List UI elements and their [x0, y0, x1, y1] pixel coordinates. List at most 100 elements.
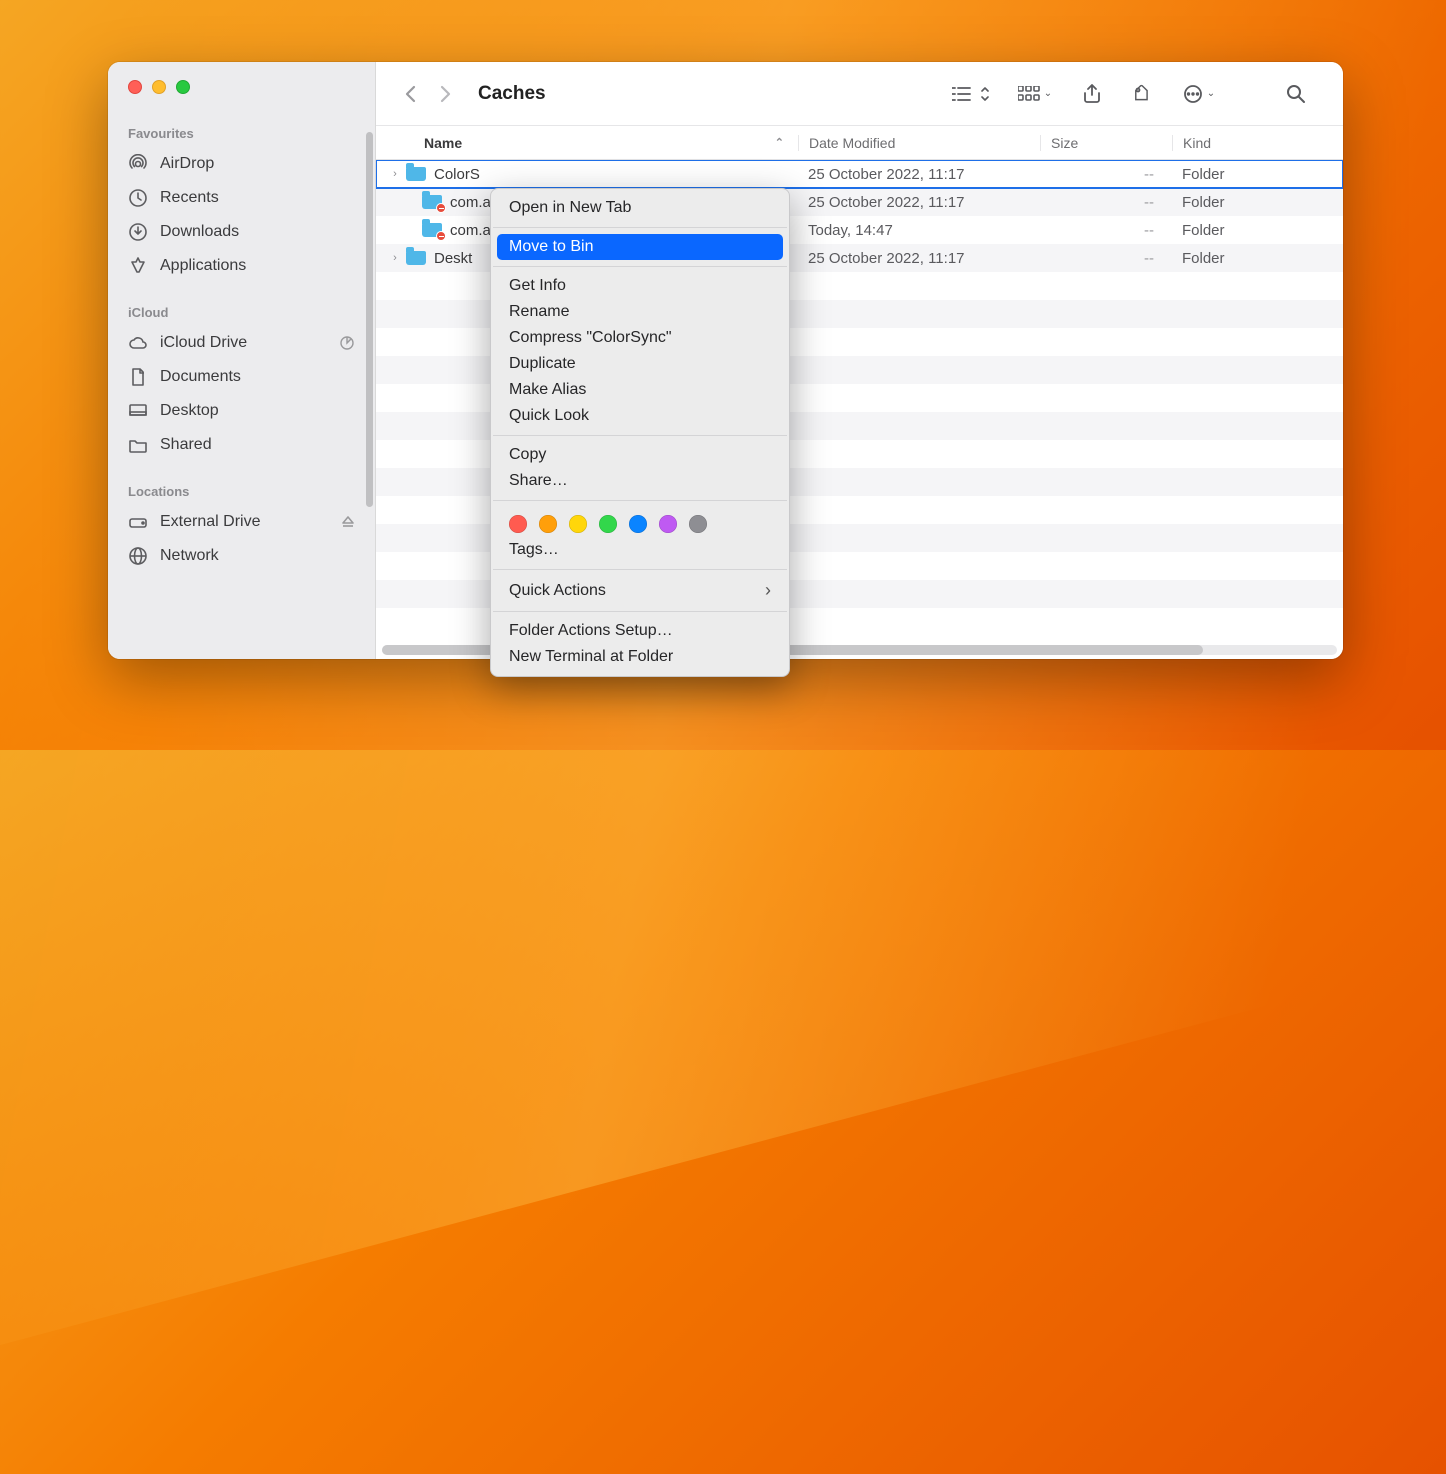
tag-color-dot[interactable] [599, 515, 617, 533]
cell-size: -- [1040, 166, 1172, 183]
cell-date: 25 October 2022, 11:17 [798, 166, 1040, 183]
context-menu-item[interactable]: Quick Look [491, 403, 789, 429]
disclosure-triangle-icon[interactable]: › [388, 252, 402, 264]
forward-button[interactable] [432, 80, 460, 108]
tag-color-dot[interactable] [509, 515, 527, 533]
sidebar-item-desktop[interactable]: Desktop [108, 394, 375, 428]
sharedfolder-icon [128, 435, 148, 455]
sidebar-section: iCloud iCloud Drive Documents Desktop Shared [108, 295, 375, 474]
tag-color-dot[interactable] [539, 515, 557, 533]
context-menu-separator [493, 435, 787, 436]
sidebar-item-icloud-drive[interactable]: iCloud Drive [108, 326, 375, 360]
cell-kind: Folder [1172, 194, 1343, 211]
window-controls [108, 80, 375, 116]
context-menu-label: Get Info [509, 277, 566, 295]
context-menu-item[interactable]: Copy [491, 442, 789, 468]
document-icon [128, 367, 148, 387]
context-menu-separator [493, 611, 787, 612]
cell-name: › ColorS [388, 165, 798, 183]
column-name[interactable]: Name⌃ [424, 135, 798, 151]
context-menu-item[interactable]: Move to Bin [497, 234, 783, 260]
zoom-button[interactable] [176, 80, 190, 94]
context-menu-item[interactable]: Get Info [491, 273, 789, 299]
context-menu-item[interactable]: New Terminal at Folder [491, 644, 789, 670]
context-menu-separator [493, 569, 787, 570]
chevron-down-icon: ⌄ [1044, 88, 1052, 99]
context-menu-item[interactable]: Open in New Tab [491, 195, 789, 221]
context-menu: Open in New Tab Move to Bin Get Info Rename… [490, 188, 790, 677]
file-row[interactable]: ›ColorS25 October 2022, 11:17--Folder [376, 160, 1343, 188]
context-menu-label: Rename [509, 303, 569, 321]
view-mode-button[interactable] [943, 79, 999, 109]
file-name: com.a [450, 222, 491, 239]
context-menu-label: Move to Bin [509, 238, 593, 256]
sidebar-item-network[interactable]: Network [108, 539, 375, 573]
sidebar-item-label: Desktop [160, 402, 219, 420]
folder-badge-icon [436, 203, 446, 213]
column-size[interactable]: Size [1040, 135, 1172, 151]
file-name: ColorS [434, 166, 480, 183]
cell-kind: Folder [1172, 222, 1343, 239]
tag-color-dot[interactable] [569, 515, 587, 533]
close-button[interactable] [128, 80, 142, 94]
tag-color-dot[interactable] [659, 515, 677, 533]
sidebar-heading: iCloud [108, 299, 375, 326]
toolbar: Caches ⌄ ⌄ [376, 62, 1343, 126]
desktop-icon [128, 401, 148, 421]
context-menu-item[interactable]: Duplicate [491, 351, 789, 377]
sidebar-item-label: Shared [160, 436, 212, 454]
column-date[interactable]: Date Modified [798, 135, 1040, 151]
sidebar-item-documents[interactable]: Documents [108, 360, 375, 394]
context-menu-label: Duplicate [509, 355, 576, 373]
sidebar-item-label: iCloud Drive [160, 334, 247, 352]
share-button[interactable] [1071, 79, 1113, 109]
back-button[interactable] [396, 80, 424, 108]
minimize-button[interactable] [152, 80, 166, 94]
context-menu-item[interactable]: Rename [491, 299, 789, 325]
context-menu-item[interactable]: Share… [491, 468, 789, 494]
sidebar-item-label: Network [160, 547, 219, 565]
action-menu-button[interactable]: ⌄ [1171, 79, 1227, 109]
context-menu-label: Open in New Tab [509, 199, 631, 217]
tag-color-dot[interactable] [689, 515, 707, 533]
sidebar-item-applications[interactable]: Applications [108, 249, 375, 283]
group-by-button[interactable]: ⌄ [1007, 79, 1063, 109]
sidebar-item-label: Downloads [160, 223, 239, 241]
apps-icon [128, 256, 148, 276]
clock-icon [128, 188, 148, 208]
sidebar-item-label: Applications [160, 257, 246, 275]
cell-kind: Folder [1172, 250, 1343, 267]
file-name: com.a [450, 194, 491, 211]
sidebar-item-shared[interactable]: Shared [108, 428, 375, 462]
file-name: Deskt [434, 250, 472, 267]
context-menu-label: Share… [509, 472, 568, 490]
context-menu-item[interactable]: Make Alias [491, 377, 789, 403]
tag-color-dot[interactable] [629, 515, 647, 533]
disclosure-triangle-icon[interactable]: › [388, 168, 402, 180]
cell-size: -- [1040, 250, 1172, 267]
column-name-label: Name [424, 135, 462, 151]
sidebar-item-downloads[interactable]: Downloads [108, 215, 375, 249]
sidebar-heading: Favourites [108, 120, 375, 147]
context-menu-item[interactable]: Tags… [491, 537, 789, 563]
column-headers: Name⌃ Date Modified Size Kind [376, 126, 1343, 160]
column-kind[interactable]: Kind [1172, 135, 1343, 151]
context-menu-item[interactable]: Folder Actions Setup… [491, 618, 789, 644]
search-button[interactable] [1275, 79, 1317, 109]
context-menu-item[interactable]: Quick Actions [491, 576, 789, 605]
sidebar-item-label: Documents [160, 368, 241, 386]
sidebar-scrollbar[interactable] [366, 132, 373, 507]
context-menu-label: Compress "ColorSync" [509, 329, 672, 347]
sidebar-section: LocationsExternal DriveNetwork [108, 474, 375, 585]
sidebar-item-external-drive[interactable]: External Drive [108, 505, 375, 539]
folder-icon [406, 249, 428, 267]
context-menu-label: Quick Look [509, 407, 589, 425]
sidebar-item-label: Recents [160, 189, 219, 207]
cell-size: -- [1040, 194, 1172, 211]
tags-button[interactable] [1121, 79, 1163, 109]
context-menu-item[interactable]: Compress "ColorSync" [491, 325, 789, 351]
sidebar-item-recents[interactable]: Recents [108, 181, 375, 215]
context-menu-label: New Terminal at Folder [509, 648, 673, 666]
sidebar-item-airdrop[interactable]: AirDrop [108, 147, 375, 181]
context-menu-label: Make Alias [509, 381, 586, 399]
